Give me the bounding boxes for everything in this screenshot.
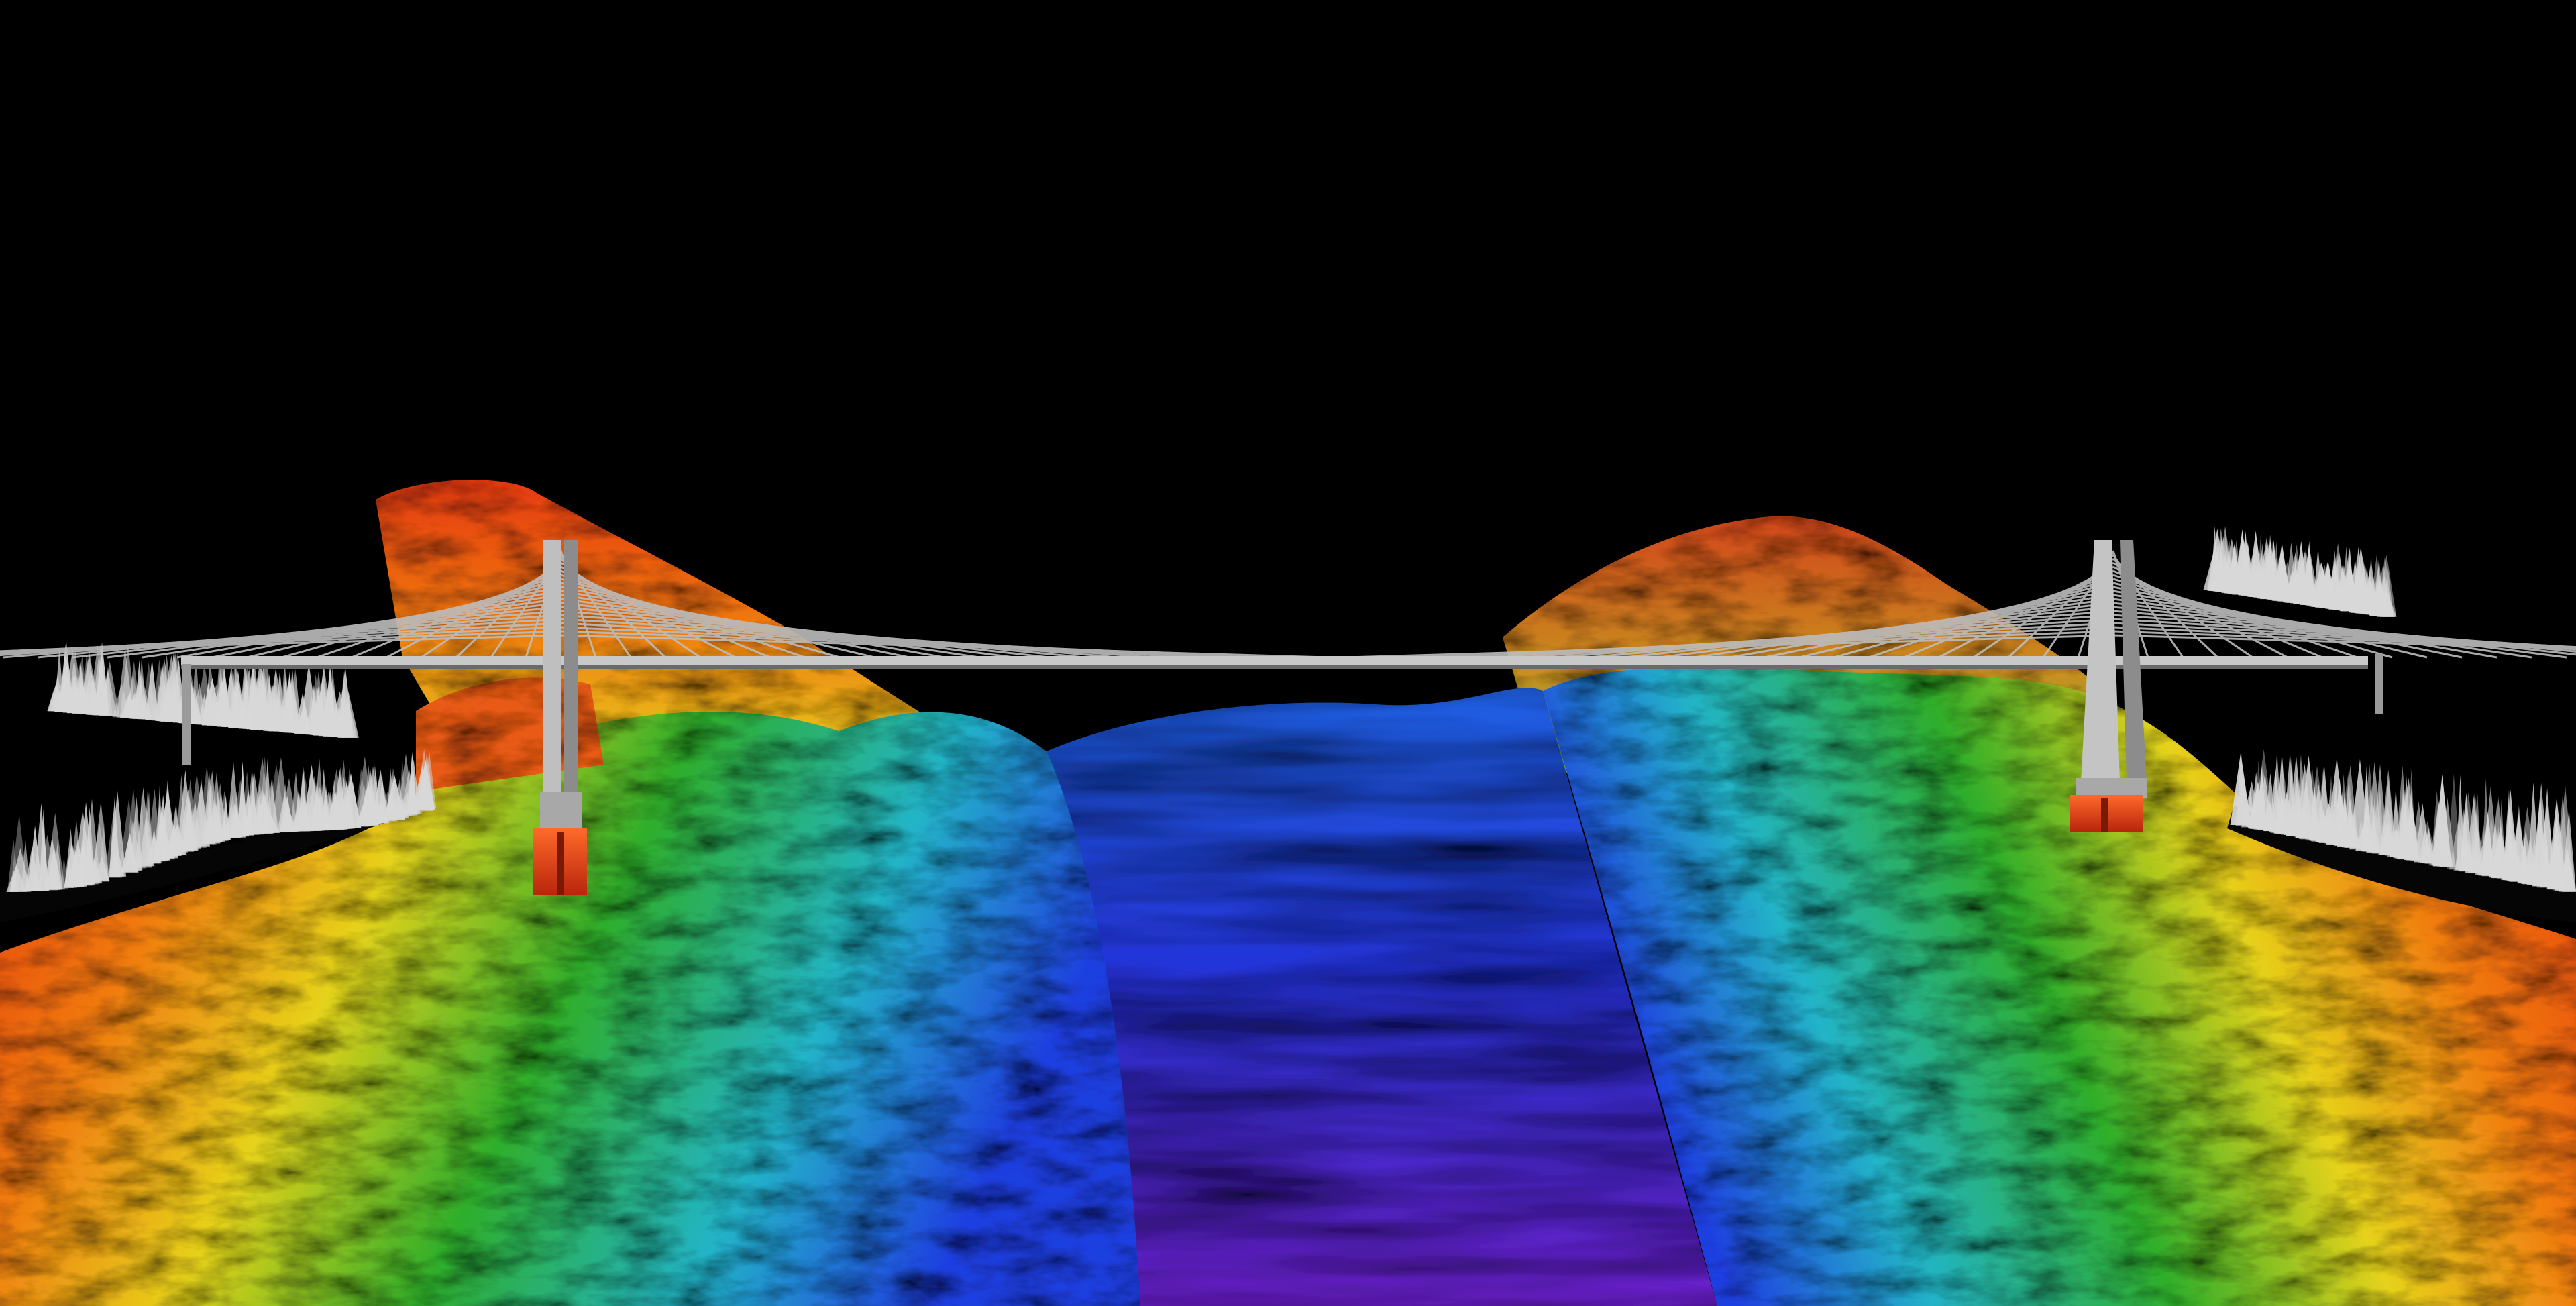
- bridge-deck: [181, 656, 2368, 665]
- bridge-deck-shadow: [181, 665, 2368, 669]
- left-abutment-post: [182, 664, 191, 765]
- lidar-bathymetry-scene: [0, 0, 2576, 1306]
- right-abutment-post: [2375, 654, 2383, 714]
